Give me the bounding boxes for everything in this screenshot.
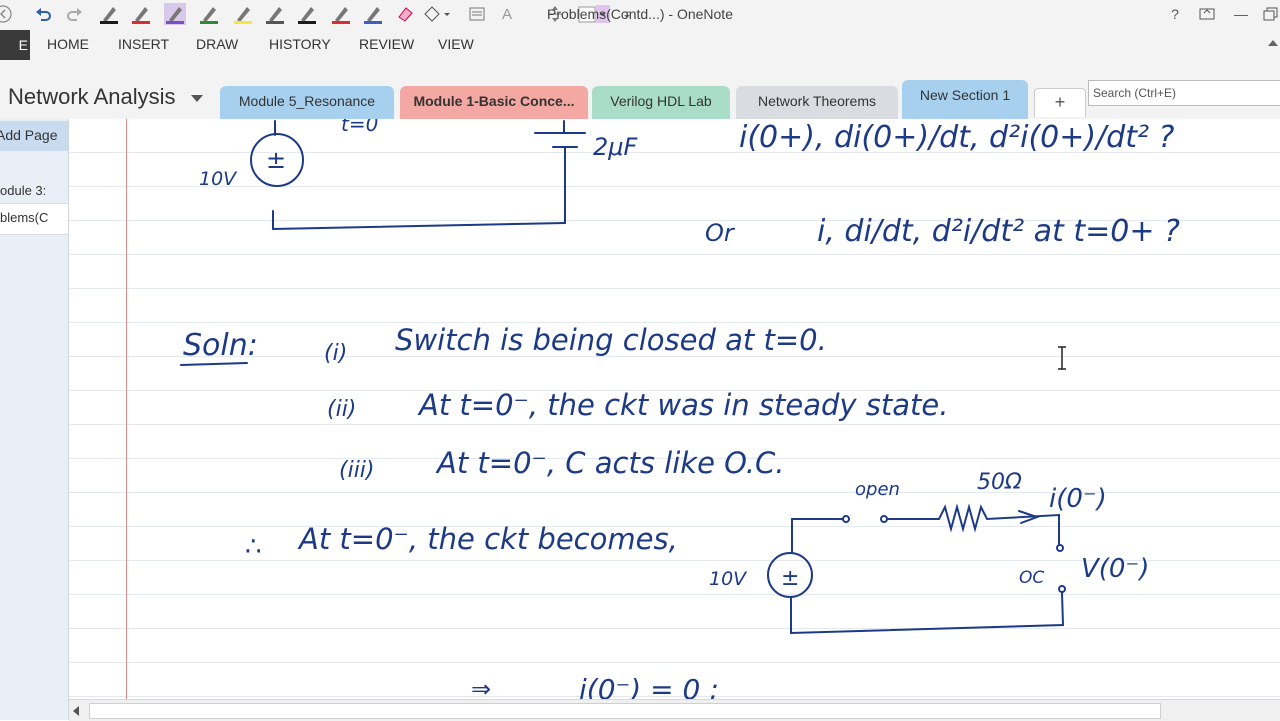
ink-voltage-label: V(0⁻) xyxy=(1081,554,1149,584)
tab-insert[interactable]: INSERT xyxy=(118,36,169,52)
ink-source-bottom: 10V xyxy=(709,568,748,590)
ink-question-top: i(0+), di(0+)/dt, d²i(0+)/dt² ? xyxy=(739,120,1175,155)
add-section-button[interactable]: + xyxy=(1034,88,1086,117)
add-page-label: Add Page xyxy=(0,127,58,143)
full-screen-button[interactable] xyxy=(1194,4,1220,24)
section-tab-network-theorems[interactable]: Network Theorems xyxy=(736,86,898,119)
help-button[interactable]: ? xyxy=(1162,4,1188,24)
tab-view[interactable]: VIEW xyxy=(438,36,474,52)
insert-space-icon[interactable] xyxy=(544,3,566,25)
ink-current-label: i(0⁻) xyxy=(1049,484,1107,514)
ribbon-tabs: E HOME INSERT DRAW HISTORY REVIEW VIEW xyxy=(0,28,1280,62)
page-item-problems: blems(C xyxy=(0,210,49,225)
plus-minus-glyph-bottom: ± xyxy=(781,566,799,591)
page-item-selected[interactable]: blems(C xyxy=(0,203,68,235)
ink-implies: ⇒ xyxy=(471,675,491,699)
pages-pane: Add Page odule 3: blems(C xyxy=(0,119,69,720)
pen-4-icon[interactable] xyxy=(198,3,220,25)
title-bar: A Problems(Contd...) - OneNote ? — xyxy=(0,0,1280,28)
file-tab[interactable]: E xyxy=(0,30,30,60)
search-input[interactable]: Search (Ctrl+E) xyxy=(1088,80,1280,106)
chevron-down-icon[interactable] xyxy=(191,95,203,102)
eraser-icon[interactable] xyxy=(394,3,416,25)
ink-therefore: ∴ xyxy=(245,532,262,562)
ink-line1: Switch is being closed at t=0. xyxy=(395,323,827,357)
ink-line2-num: (ii) xyxy=(327,397,356,422)
page-item-module3[interactable]: odule 3: xyxy=(0,183,46,198)
window-title: Problems(Contd...) - OneNote xyxy=(547,6,733,22)
tab-review[interactable]: REVIEW xyxy=(359,36,414,52)
pen-3-icon[interactable] xyxy=(164,3,186,25)
page-color-icon[interactable] xyxy=(576,3,612,25)
ink-line4: At t=0⁻, the ckt becomes, xyxy=(297,522,678,556)
text-size-icon[interactable] xyxy=(466,3,488,25)
ink-res-label: 50Ω xyxy=(977,470,1022,495)
ink-oc-label: OC xyxy=(1019,568,1044,588)
plus-minus-glyph: ± xyxy=(266,146,286,174)
ink-line1-num: (i) xyxy=(324,341,347,366)
font-color-icon[interactable]: A xyxy=(498,3,520,25)
scroll-left-icon[interactable] xyxy=(73,706,79,716)
pen-8-icon[interactable] xyxy=(330,3,352,25)
svg-text:A: A xyxy=(502,6,512,23)
pen-7-icon[interactable] xyxy=(296,3,318,25)
pen-5-icon[interactable] xyxy=(232,3,254,25)
add-page-button[interactable]: Add Page xyxy=(0,121,68,151)
ink-soln: Soln: xyxy=(183,328,258,363)
ink-line2: At t=0⁻, the ckt was in steady state. xyxy=(417,388,948,422)
pen-9-icon[interactable] xyxy=(362,3,384,25)
pen-1-icon[interactable] xyxy=(98,3,120,25)
note-canvas[interactable]: 10V t=0 2μF ± i(0+), di(0+)/dt, d²i(0+)/… xyxy=(69,119,1280,699)
ink-question-alt: i, di/dt, d²i/dt² at t=0+ ? xyxy=(817,214,1180,249)
horizontal-scrollbar[interactable] xyxy=(69,699,1280,721)
section-tab-verilog[interactable]: Verilog HDL Lab xyxy=(592,86,730,119)
ink-line3: At t=0⁻, C acts like O.C. xyxy=(435,446,784,480)
section-tab-module5[interactable]: Module 5_Resonance xyxy=(220,86,394,119)
ink-question-or: Or xyxy=(705,219,736,247)
pen-2-icon[interactable] xyxy=(130,3,152,25)
collapse-ribbon-icon[interactable] xyxy=(1268,40,1278,46)
pen-6-icon[interactable] xyxy=(264,3,286,25)
ink-line3-num: (iii) xyxy=(339,458,375,483)
ink-open-label: open xyxy=(855,479,900,500)
lasso-icon[interactable] xyxy=(422,3,452,25)
tab-draw[interactable]: DRAW xyxy=(196,36,238,52)
ink-cap-label: 2μF xyxy=(593,133,639,161)
text-cursor-icon xyxy=(1058,346,1066,370)
notebook-name[interactable]: Network Analysis xyxy=(8,84,176,110)
minimize-button[interactable]: — xyxy=(1228,4,1254,24)
section-tab-new-section-1[interactable]: New Section 1 xyxy=(902,80,1028,119)
restore-button[interactable] xyxy=(1258,4,1280,24)
ink-result: i(0⁻) = 0 ; xyxy=(579,673,719,699)
redo-icon[interactable] xyxy=(64,3,86,25)
tab-home[interactable]: HOME xyxy=(47,36,89,52)
scrollbar-thumb[interactable] xyxy=(89,703,1161,719)
tab-history[interactable]: HISTORY xyxy=(269,36,331,52)
back-arrow-icon[interactable] xyxy=(0,3,14,25)
ink-switch-label: t=0 xyxy=(341,119,378,136)
undo-icon[interactable] xyxy=(32,3,54,25)
more-icon[interactable] xyxy=(616,3,638,25)
ink-source-top: 10V xyxy=(199,168,238,190)
handwritten-ink: 10V t=0 2μF ± i(0+), di(0+)/dt, d²i(0+)/… xyxy=(180,119,1180,699)
section-tab-module1[interactable]: Module 1-Basic Conce... xyxy=(400,86,588,119)
